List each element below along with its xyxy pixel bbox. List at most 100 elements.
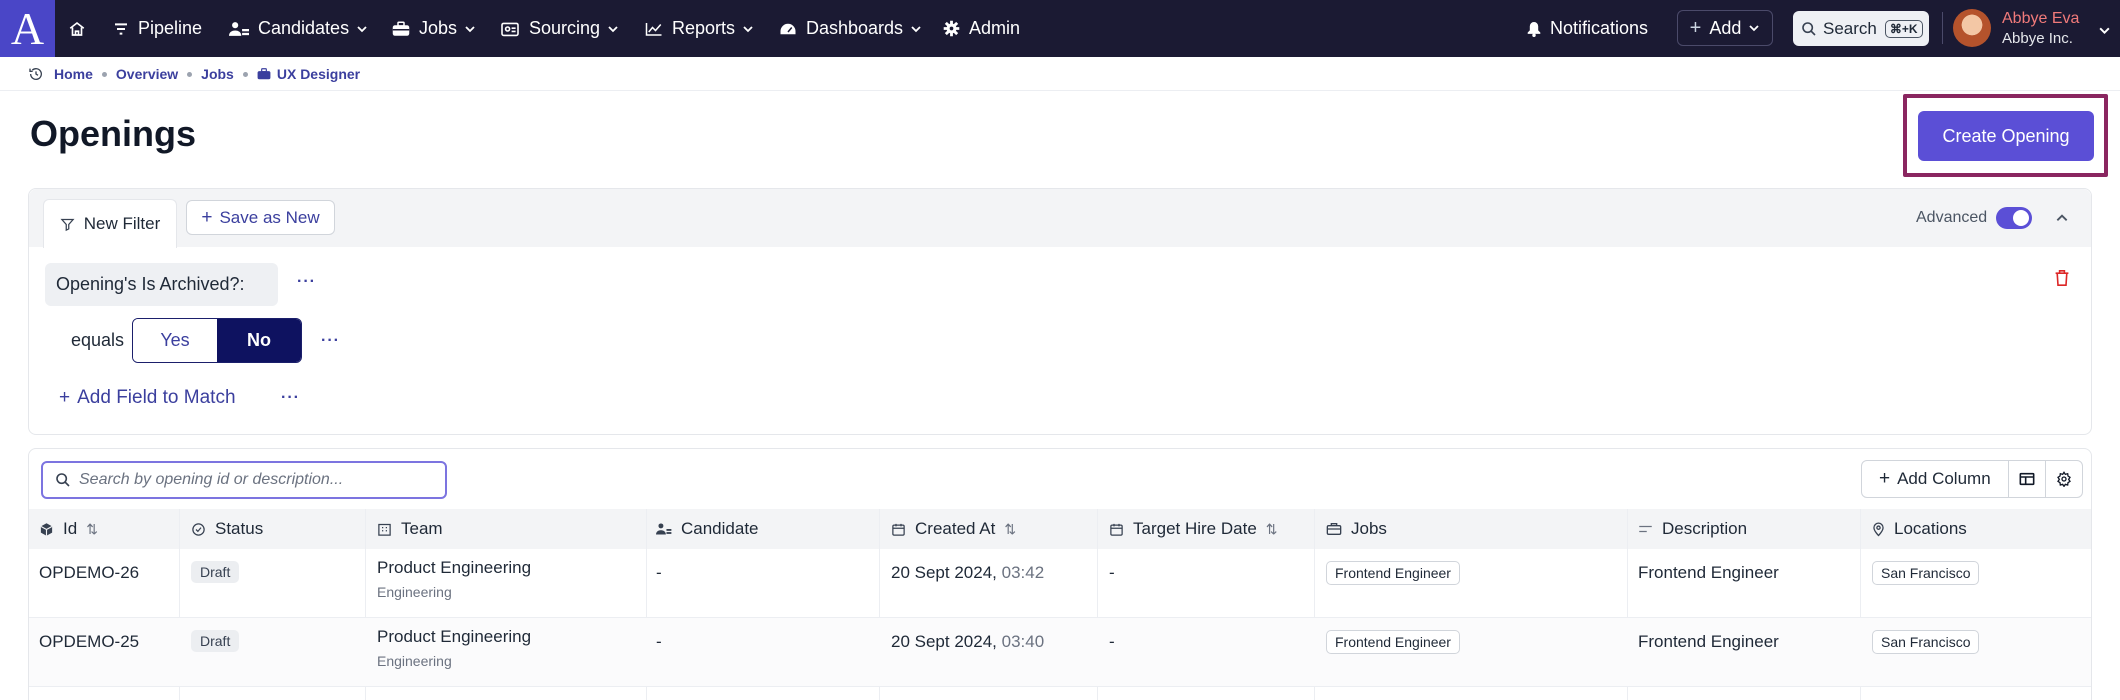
sort-icon[interactable]: ⇅	[86, 521, 98, 538]
table-header: Id ⇅ Status Team Candidate Created At ⇅ Ta…	[29, 509, 2091, 549]
column-header-jobs[interactable]: Jobs	[1326, 509, 1387, 549]
chevron-down-icon	[743, 25, 753, 32]
nav-item-reports[interactable]: Reports	[645, 0, 763, 57]
add-column-button[interactable]: + Add Column	[1862, 461, 2009, 497]
location-chip[interactable]: San Francisco	[1872, 561, 1980, 585]
history-icon[interactable]	[28, 66, 44, 82]
plus-icon: +	[201, 206, 213, 228]
notifications-label: Notifications	[1550, 18, 1649, 38]
nav-item-dashboards[interactable]: Dashboards	[779, 0, 931, 57]
nav-item-pipeline[interactable]: Pipeline	[113, 0, 202, 57]
advanced-toggle[interactable]	[1996, 207, 2032, 229]
column-label: Status	[215, 519, 264, 538]
breadcrumb-separator	[242, 71, 248, 77]
nav-label: Admin	[969, 18, 1021, 38]
column-header-status[interactable]: Status	[191, 509, 263, 549]
save-label: Save as New	[219, 207, 320, 227]
table-row[interactable]: OPDEMO-26 Draft Product Engineering Engi…	[29, 549, 2091, 618]
column-label: Description	[1662, 519, 1748, 538]
trash-icon[interactable]	[2054, 269, 2070, 287]
notifications-button[interactable]: Notifications	[1527, 0, 1648, 57]
cube-icon	[40, 522, 53, 536]
yes-no-toggle: Yes No	[132, 318, 302, 363]
breadcrumb-separator	[101, 71, 107, 77]
columns-layout-button[interactable]	[2009, 461, 2046, 497]
option-no[interactable]: No	[217, 319, 301, 362]
nav-item-admin[interactable]: Admin	[943, 0, 1020, 57]
column-label: Created At	[915, 519, 996, 538]
opening-id[interactable]: OPDEMO-25	[39, 632, 139, 700]
add-label: Add	[1709, 17, 1742, 38]
calendar-icon	[1110, 523, 1123, 536]
nav-label: Dashboards	[806, 18, 904, 38]
candidate-cell: -	[656, 632, 662, 651]
add-field-button[interactable]: + Add Field to Match	[59, 387, 236, 409]
openings-table-panel: Search by opening id or description... +…	[28, 448, 2092, 700]
chevron-up-icon[interactable]	[2055, 211, 2069, 225]
column-header-id[interactable]: Id ⇅	[39, 509, 98, 549]
page-title: Openings	[30, 113, 197, 154]
filter-header: New Filter + Save as New Advanced	[29, 189, 2091, 248]
global-search-button[interactable]: Search ⌘+K	[1793, 11, 1929, 46]
breadcrumb-home[interactable]: Home	[54, 66, 93, 82]
breadcrumb-jobs[interactable]: Jobs	[201, 66, 234, 82]
chevron-down-icon[interactable]	[2098, 24, 2111, 37]
column-header-target-hire-date[interactable]: Target Hire Date ⇅	[1109, 509, 1278, 549]
nav-label: Reports	[672, 18, 736, 38]
breadcrumb: Home Overview Jobs UX Designer	[28, 66, 360, 82]
briefcase-icon	[1326, 523, 1342, 535]
building-icon	[378, 523, 391, 536]
app-logo[interactable]: A	[0, 0, 55, 57]
created-time: 03:42	[1001, 563, 1045, 582]
breadcrumb-overview[interactable]: Overview	[116, 66, 178, 82]
chevron-down-icon	[911, 25, 921, 32]
search-placeholder: Search by opening id or description...	[79, 471, 344, 488]
nav-label: Sourcing	[529, 18, 601, 38]
column-header-description[interactable]: Description	[1638, 509, 1747, 549]
target-hire-date-cell: -	[1109, 632, 1115, 651]
option-yes[interactable]: Yes	[133, 319, 217, 362]
calendar-icon	[892, 523, 905, 536]
sort-icon[interactable]: ⇅	[1004, 521, 1016, 538]
save-as-new-button[interactable]: + Save as New	[186, 200, 335, 235]
sort-icon[interactable]: ⇅	[1266, 521, 1278, 538]
table-settings-button[interactable]	[2045, 461, 2082, 497]
person-icon	[656, 523, 672, 535]
team-department: Engineering	[377, 584, 452, 600]
value-more-menu[interactable]: ···	[321, 332, 340, 350]
column-header-created-at[interactable]: Created At ⇅	[891, 509, 1016, 549]
column-label: Target Hire Date	[1133, 519, 1257, 538]
add-button[interactable]: + Add	[1677, 10, 1773, 46]
avatar[interactable]	[1953, 9, 1991, 47]
column-header-team[interactable]: Team	[377, 509, 443, 549]
home-button[interactable]	[68, 0, 95, 57]
filter-lines-icon	[115, 22, 127, 35]
column-label: Jobs	[1351, 519, 1387, 538]
nav-item-sourcing[interactable]: Sourcing	[500, 0, 628, 57]
search-input[interactable]: Search by opening id or description...	[41, 461, 447, 499]
check-circle-icon	[192, 522, 205, 536]
nav-item-jobs[interactable]: Jobs	[392, 0, 485, 57]
column-header-candidate[interactable]: Candidate	[656, 509, 759, 549]
column-header-locations[interactable]: Locations	[1872, 509, 1967, 549]
id-card-icon	[501, 22, 519, 36]
create-opening-button[interactable]: Create Opening	[1918, 111, 2094, 161]
tab-new-filter[interactable]: New Filter	[43, 199, 177, 248]
bell-icon	[1527, 21, 1541, 37]
job-chip[interactable]: Frontend Engineer	[1326, 630, 1460, 654]
breadcrumb-separator	[187, 71, 193, 77]
filter-field-chip[interactable]: Opening's Is Archived?:	[45, 263, 278, 306]
breadcrumb-job[interactable]: UX Designer	[277, 66, 360, 82]
column-label: Candidate	[681, 519, 759, 538]
user-name[interactable]: Abbye Eva	[2002, 10, 2079, 28]
location-chip[interactable]: San Francisco	[1872, 630, 1980, 654]
created-time: 03:40	[1001, 632, 1045, 651]
nav-item-candidates[interactable]: Candidates	[229, 0, 377, 57]
add-field-more-menu[interactable]: ···	[281, 389, 300, 407]
table-row[interactable]: OPDEMO-25 Draft Product Engineering Engi…	[29, 618, 2091, 687]
chevron-down-icon	[608, 25, 618, 32]
job-chip[interactable]: Frontend Engineer	[1326, 561, 1460, 585]
map-pin-icon	[1873, 522, 1884, 537]
field-more-menu[interactable]: ···	[297, 273, 316, 291]
tab-label: New Filter	[83, 214, 161, 233]
